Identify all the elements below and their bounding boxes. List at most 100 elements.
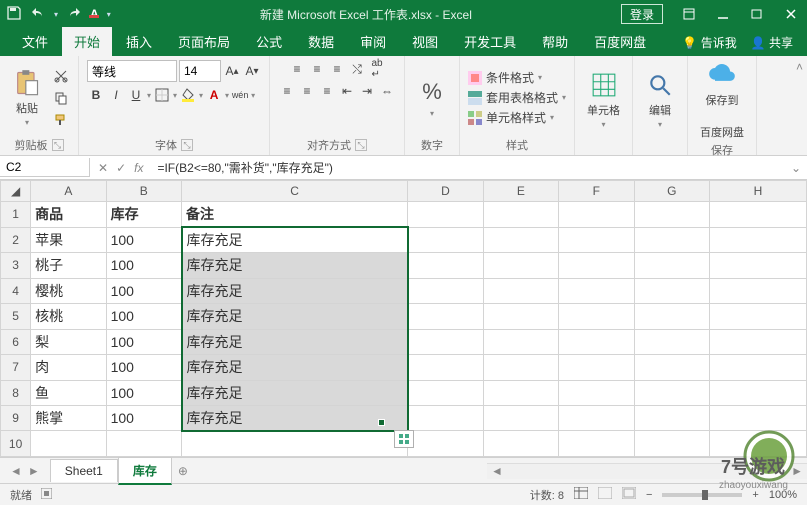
sheet-tab-sheet1[interactable]: Sheet1: [50, 459, 118, 482]
grow-font-icon[interactable]: A▴: [223, 62, 241, 80]
fx-icon[interactable]: fx: [134, 161, 143, 175]
zoom-out-button[interactable]: −: [646, 489, 652, 501]
paste-button[interactable]: 粘贴▾: [8, 68, 46, 127]
tab-baidu[interactable]: 百度网盘: [582, 27, 658, 57]
format-painter-icon[interactable]: [52, 111, 70, 129]
column-headers: ◢ A B C D E F G H: [1, 181, 807, 202]
tab-layout[interactable]: 页面布局: [166, 27, 242, 57]
cut-icon[interactable]: [52, 67, 70, 85]
accept-formula-icon[interactable]: ✓: [116, 161, 126, 175]
view-layout-icon[interactable]: [598, 487, 612, 502]
save-icon[interactable]: [6, 5, 22, 24]
sheet-nav-next-icon[interactable]: ►: [28, 464, 40, 478]
align-left-icon[interactable]: ≡: [278, 82, 296, 100]
shrink-font-icon[interactable]: A▾: [243, 62, 261, 80]
merge-icon[interactable]: ⇔: [378, 82, 396, 100]
cell-styles-button[interactable]: 单元格样式 ▾: [468, 109, 566, 126]
formula-input[interactable]: =IF(B2<=80,"需补货","库存充足"): [151, 157, 784, 178]
cells-button[interactable]: 单元格▾: [583, 70, 624, 129]
row-6[interactable]: 6: [1, 329, 31, 354]
align-center-icon[interactable]: ≡: [298, 82, 316, 100]
row-7[interactable]: 7: [1, 355, 31, 380]
edit-button[interactable]: 编辑▾: [641, 70, 679, 129]
font-name-combo[interactable]: [87, 60, 177, 82]
undo-more-icon[interactable]: ▾: [54, 10, 58, 19]
align-bot-icon[interactable]: ≡: [328, 60, 346, 78]
fill-color-icon[interactable]: [179, 86, 197, 104]
col-G[interactable]: G: [634, 181, 709, 202]
tell-me[interactable]: 💡 告诉我: [682, 34, 736, 51]
align-right-icon[interactable]: ≡: [318, 82, 336, 100]
row-8[interactable]: 8: [1, 380, 31, 405]
conditional-format-button[interactable]: 条件格式 ▾: [468, 69, 566, 86]
row-2[interactable]: 2: [1, 227, 31, 252]
tab-home[interactable]: 开始: [62, 27, 112, 57]
close-button[interactable]: [775, 0, 807, 28]
indent-dec-icon[interactable]: ⇤: [338, 82, 356, 100]
sheet-nav-prev-icon[interactable]: ◄: [10, 464, 22, 478]
row-4[interactable]: 4: [1, 278, 31, 303]
tab-data[interactable]: 数据: [296, 27, 346, 57]
tab-dev[interactable]: 开发工具: [452, 27, 528, 57]
align-mid-icon[interactable]: ≡: [308, 60, 326, 78]
tab-review[interactable]: 审阅: [348, 27, 398, 57]
grid[interactable]: ◢ A B C D E F G H 1商品库存备注 2苹果100库存充足 3桃子…: [0, 180, 807, 457]
redo-icon[interactable]: [66, 5, 82, 24]
tab-view[interactable]: 视图: [400, 27, 450, 57]
border-icon[interactable]: [153, 86, 171, 104]
new-sheet-button[interactable]: ⊕: [178, 464, 188, 478]
col-F[interactable]: F: [559, 181, 634, 202]
underline-button[interactable]: U: [127, 86, 145, 104]
font-launcher[interactable]: ⤡: [181, 139, 193, 151]
font-label: 字体: [155, 137, 177, 153]
clipboard-launcher[interactable]: ⤡: [52, 139, 64, 151]
align-top-icon[interactable]: ≡: [288, 60, 306, 78]
col-E[interactable]: E: [483, 181, 558, 202]
tab-file[interactable]: 文件: [10, 27, 60, 57]
wrap-icon[interactable]: ab↵: [368, 60, 386, 78]
row-3[interactable]: 3: [1, 253, 31, 278]
copy-icon[interactable]: [52, 89, 70, 107]
number-format-button[interactable]: %▾: [413, 77, 451, 118]
collapse-ribbon-icon[interactable]: ˄: [792, 56, 807, 155]
col-H[interactable]: H: [709, 181, 806, 202]
font-color-quick-icon[interactable]: A: [90, 7, 99, 21]
maximize-button[interactable]: [741, 0, 773, 28]
tab-insert[interactable]: 插入: [114, 27, 164, 57]
format-as-table-button[interactable]: 套用表格格式 ▾: [468, 89, 566, 106]
tab-formulas[interactable]: 公式: [244, 27, 294, 57]
col-C[interactable]: C: [182, 181, 408, 202]
row-10[interactable]: 10: [1, 431, 31, 457]
sheet-tab-kucun[interactable]: 库存: [118, 457, 172, 485]
font-size-combo[interactable]: [179, 60, 221, 82]
italic-button[interactable]: I: [107, 86, 125, 104]
minimize-button[interactable]: [707, 0, 739, 28]
indent-inc-icon[interactable]: ⇥: [358, 82, 376, 100]
ribbon-options-icon[interactable]: [673, 0, 705, 28]
col-D[interactable]: D: [408, 181, 483, 202]
name-box[interactable]: [0, 158, 90, 177]
align-launcher[interactable]: ⤡: [355, 139, 367, 151]
share-button[interactable]: 👤 共享: [751, 34, 793, 51]
phonetic-icon[interactable]: wén: [231, 86, 249, 104]
autofill-options-icon[interactable]: [394, 430, 414, 448]
view-normal-icon[interactable]: [574, 487, 588, 502]
select-all[interactable]: ◢: [1, 181, 31, 202]
cancel-formula-icon[interactable]: ✕: [98, 161, 108, 175]
macro-record-icon[interactable]: [41, 488, 52, 499]
expand-formula-icon[interactable]: ⌄: [785, 161, 807, 175]
fill-handle[interactable]: [378, 419, 385, 426]
row-9[interactable]: 9: [1, 405, 31, 430]
bold-button[interactable]: B: [87, 86, 105, 104]
row-5[interactable]: 5: [1, 304, 31, 329]
col-A[interactable]: A: [31, 181, 106, 202]
save-cloud-button[interactable]: 保存到百度网盘: [696, 60, 748, 140]
tab-help[interactable]: 帮助: [530, 27, 580, 57]
view-break-icon[interactable]: [622, 487, 636, 502]
row-1[interactable]: 1: [1, 202, 31, 227]
col-B[interactable]: B: [106, 181, 181, 202]
orientation-icon[interactable]: ⤭: [348, 60, 366, 78]
login-button[interactable]: 登录: [621, 4, 663, 24]
font-color-icon[interactable]: A: [205, 86, 223, 104]
undo-icon[interactable]: [30, 5, 46, 24]
